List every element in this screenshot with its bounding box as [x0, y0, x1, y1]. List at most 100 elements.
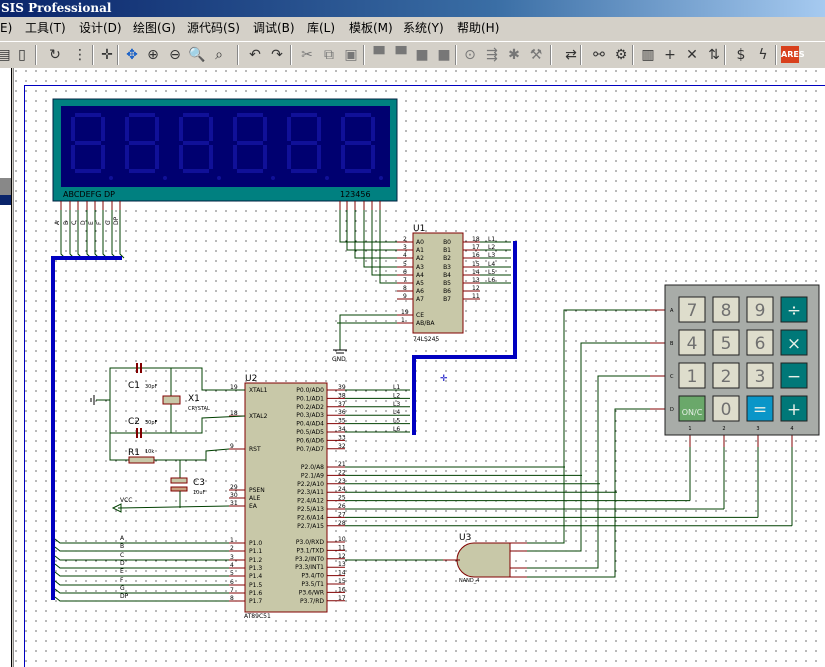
c3-capacitor: [170, 477, 188, 484]
pin-number: 39: [338, 384, 346, 391]
pin-name: ALE: [249, 495, 260, 502]
segment-net-label: F: [96, 221, 103, 225]
pin-name: EA: [249, 503, 258, 510]
net-label: L4: [393, 409, 400, 416]
pin-name: P1.7: [249, 598, 262, 605]
net-label: L1: [488, 236, 495, 243]
pin-name: P1.1: [249, 548, 262, 555]
pin-name: P0.3/AD3: [296, 412, 324, 419]
net-label: B: [120, 543, 124, 550]
pin-number: 38: [338, 392, 346, 399]
keypad-key-label: 1: [687, 367, 698, 387]
pin-number: 3: [403, 244, 407, 251]
keypad-col-label: 3: [756, 426, 759, 432]
pin-name: P2.2/A10: [297, 481, 324, 488]
p1-wire: [54, 555, 229, 561]
keypad-row-label: A: [670, 308, 674, 314]
keypad-key-label: −: [787, 367, 801, 387]
keypad-col-label: 1: [688, 426, 691, 432]
net-label: L6: [488, 277, 495, 284]
pin-name: A2: [416, 255, 424, 262]
ce-wire: [339, 314, 397, 350]
p1-wire: [54, 580, 229, 586]
pin-name: A3: [416, 264, 424, 271]
pin-number: 33: [338, 434, 346, 441]
u3-part: NAND_4: [459, 578, 479, 584]
c1-ref: C1: [128, 381, 140, 391]
u3-nand-gate: [456, 542, 511, 578]
pin-name: B3: [443, 264, 451, 271]
pin-name: B4: [443, 272, 451, 279]
lcd-dp: [271, 176, 275, 180]
pin-number: 13: [338, 561, 346, 568]
cursor-crosshair: ✛: [440, 374, 448, 384]
c3-ref: C3: [193, 478, 205, 488]
pin-name: P2.7/A15: [297, 523, 324, 530]
pin-number: 9: [230, 443, 234, 450]
pin-number: 4: [403, 252, 407, 259]
keypad-row-label: C: [670, 374, 674, 380]
pin-name: P1.3: [249, 565, 262, 572]
pin-number: 21: [338, 461, 346, 468]
pin-name: P3.4/T0: [301, 573, 324, 580]
u2-part: AT89C51: [244, 613, 271, 620]
lcd-glass: [61, 106, 390, 187]
pin-number: 11: [338, 544, 346, 551]
p1-wire: [54, 563, 229, 569]
pin-number: 2: [230, 545, 234, 552]
pin-number: 1: [401, 317, 405, 324]
u1-part: 74LS245: [413, 336, 439, 343]
vcc-wire: [117, 505, 230, 509]
pin-name: P1.6: [249, 590, 262, 597]
pin-number: 36: [338, 409, 346, 416]
segment-net-label: DP: [113, 216, 120, 225]
p1-wire: [54, 571, 229, 577]
keypad-key-label: 9: [755, 301, 766, 321]
pin-number: 34: [338, 426, 346, 433]
pin-number: 12: [472, 285, 480, 292]
pin-name: P3.5/T1: [301, 581, 324, 588]
net-label: L4: [488, 261, 495, 268]
pin-number: 12: [338, 553, 346, 560]
gnd-label: GND: [332, 356, 346, 363]
pin-name: B2: [443, 255, 451, 262]
pin-name: P3.6/WR: [299, 589, 324, 596]
pin-number: 22: [338, 469, 346, 476]
keypad-key-label: 4: [687, 334, 698, 354]
pin-number: 13: [472, 277, 480, 284]
pin-number: 14: [472, 269, 480, 276]
segment-wire: [94, 210, 100, 259]
keypad-key-label: ON/C: [682, 408, 703, 417]
net-label: L6: [393, 426, 400, 433]
pin-name: P1.0: [249, 540, 262, 547]
net-label: L3: [488, 252, 495, 259]
pin-name: B6: [443, 288, 451, 295]
pin-number: 3: [230, 554, 234, 561]
digit-wire: [379, 210, 397, 284]
pin-number: 4: [230, 562, 234, 569]
pin-name: A7: [416, 296, 424, 303]
segment-net-label: E: [88, 221, 95, 225]
pin-number: 5: [403, 261, 407, 268]
segment-wire: [60, 210, 66, 259]
segment-wire: [119, 210, 125, 259]
pin-name: P0.2/AD2: [296, 404, 324, 411]
pin-name: B1: [443, 247, 451, 254]
pin-name: RST: [249, 446, 261, 453]
digit-wire: [339, 210, 397, 243]
pin-name: P0.4/AD4: [296, 421, 324, 428]
segment-wire: [86, 210, 92, 259]
pin-name: B7: [443, 296, 451, 303]
keypad-key-label: ÷: [787, 301, 801, 321]
segment-net-label: G: [105, 220, 112, 225]
pin-number: 16: [472, 252, 480, 259]
x1-ref: X1: [188, 394, 200, 404]
pin-name: P3.7/RD: [300, 598, 324, 605]
pin-number: 24: [338, 486, 346, 493]
pin-number: 7: [230, 587, 234, 594]
keypad-key-label: 3: [755, 367, 766, 387]
pin-name: A6: [416, 288, 424, 295]
net-label: F: [120, 577, 124, 584]
p1-wire: [54, 538, 229, 544]
pin-number: 29: [230, 484, 238, 491]
